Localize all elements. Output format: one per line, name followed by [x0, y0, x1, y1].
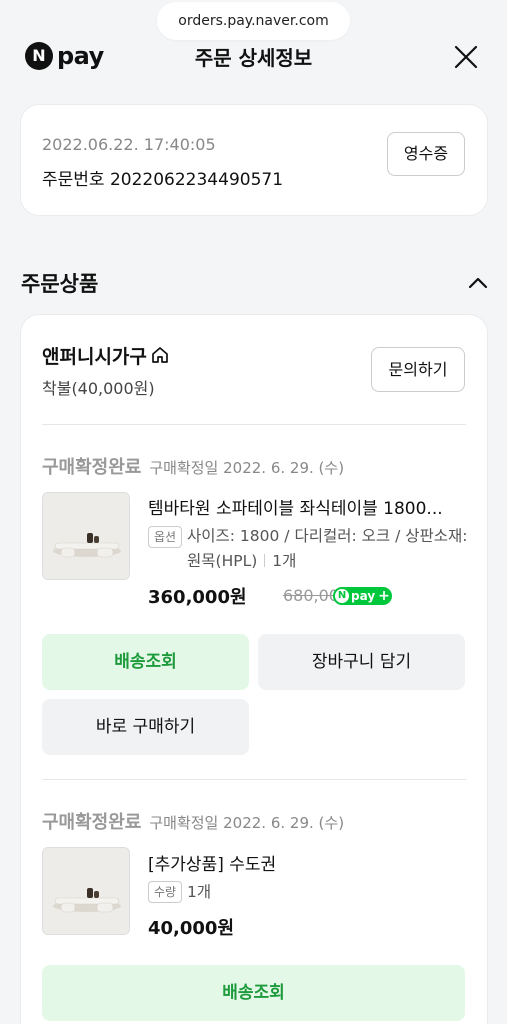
plus-icon: + — [378, 588, 390, 604]
npay-label: pay — [351, 589, 376, 603]
table-image — [43, 493, 129, 579]
inquiry-button[interactable]: 문의하기 — [371, 347, 465, 392]
product-thumbnail[interactable] — [42, 847, 130, 935]
close-icon[interactable] — [452, 43, 480, 71]
npay-n-icon: N — [335, 589, 349, 603]
shipping-fee: 착불(40,000원) — [42, 379, 155, 398]
divider — [42, 779, 466, 780]
quantity: 1개 — [272, 552, 297, 570]
option-text: 사이즈: 1800 / 다리컬러: 오크 / 상판소재: 원목(HPL) 1개 — [187, 524, 469, 574]
quantity: 1개 — [187, 883, 212, 901]
product-price: 40,000원 — [148, 918, 235, 939]
npay-plus-badge: Npay + — [333, 587, 392, 605]
confirm-date: 구매확정일 2022. 6. 29. (수) — [149, 814, 345, 832]
order-items-card: 앤퍼니시가구 착불(40,000원) 문의하기 구매확정완료 구매확정일 202… — [21, 315, 487, 1024]
page-title: 주문 상세정보 — [194, 46, 313, 70]
product-title[interactable]: [추가상품] 수도권 — [148, 850, 466, 875]
divider — [42, 424, 466, 425]
buy-now-button[interactable]: 바로 구매하기 — [42, 699, 249, 755]
order-summary-card: 2022.06.22. 17:40:05 주문번호 20220622344905… — [21, 105, 487, 215]
confirm-date: 구매확정일 2022. 6. 29. (수) — [149, 459, 345, 477]
receipt-button[interactable]: 영수증 — [387, 132, 465, 176]
section-title: 주문상품 — [21, 272, 99, 296]
product-thumbnail[interactable] — [42, 492, 130, 580]
url-bar[interactable]: orders.pay.naver.com — [157, 2, 350, 40]
add-to-cart-button[interactable]: 장바구니 담기 — [258, 634, 465, 690]
track-delivery-button[interactable]: 배송조회 — [42, 634, 249, 690]
track-delivery-button[interactable]: 배송조회 — [42, 965, 465, 1021]
top-header: orders.pay.naver.com N pay 주문 상세정보 — [0, 0, 507, 96]
chevron-up-icon[interactable] — [466, 272, 490, 294]
table-image — [43, 848, 129, 934]
separator — [264, 554, 266, 567]
order-datetime: 2022.06.22. 17:40:05 — [42, 135, 216, 154]
item-status: 구매확정완료 — [42, 812, 142, 833]
order-number: 주문번호 2022062234490571 — [42, 170, 284, 190]
option-badge: 옵션 — [148, 526, 183, 548]
option-values: 사이즈: 1800 / 다리컬러: 오크 / 상판소재: 원목(HPL) — [187, 527, 468, 570]
item-status-row: 구매확정완료 구매확정일 2022. 6. 29. (수) — [42, 453, 344, 479]
order-detail-page: orders.pay.naver.com N pay 주문 상세정보 2022.… — [0, 0, 507, 1024]
item-status: 구매확정완료 — [42, 457, 142, 478]
product-title[interactable]: 템바타원 소파테이블 좌식테이블 1800... — [148, 494, 466, 519]
seller-name[interactable]: 앤퍼니시가구 — [42, 342, 147, 369]
product-price: 360,000원 — [148, 587, 247, 608]
home-icon[interactable] — [150, 345, 170, 365]
item-status-row: 구매확정완료 구매확정일 2022. 6. 29. (수) — [42, 808, 344, 834]
seller-row[interactable]: 앤퍼니시가구 — [42, 342, 170, 369]
quantity-badge: 수량 — [148, 881, 183, 903]
